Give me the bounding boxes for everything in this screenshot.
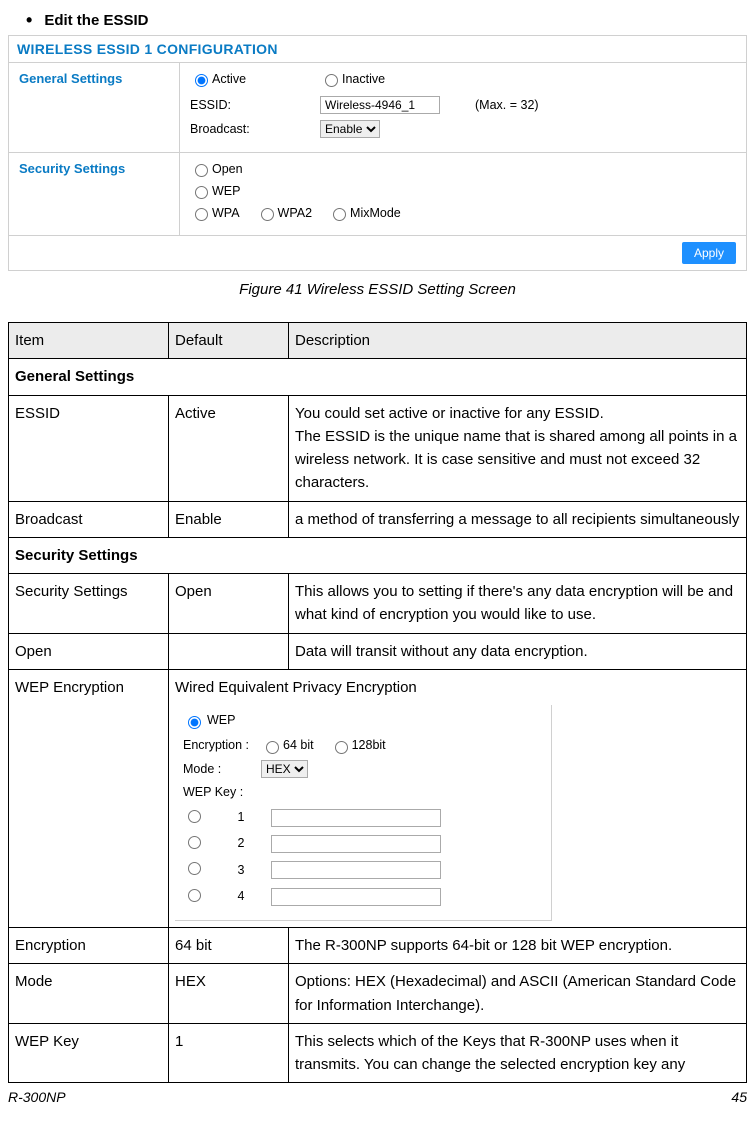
table-row: Mode HEX Options: HEX (Hexadecimal) and … xyxy=(9,964,747,1024)
wep-key-row: 1 xyxy=(183,807,543,829)
wpa-radio[interactable]: WPA xyxy=(190,205,240,221)
description-table: Item Default Description General Setting… xyxy=(8,322,747,1083)
security-settings-label: Security Settings xyxy=(9,153,180,235)
th-item: Item xyxy=(9,323,169,359)
status-row: Active Inactive xyxy=(190,71,736,90)
panel-title: WIRELESS ESSID 1 CONFIGURATION xyxy=(9,36,746,62)
wep-mode-row: Mode : HEX xyxy=(183,760,543,779)
config-panel: WIRELESS ESSID 1 CONFIGURATION General S… xyxy=(8,35,747,271)
general-settings-label: General Settings xyxy=(9,63,180,152)
wep-encryption-row: Encryption : 64 bit 128bit xyxy=(183,736,543,755)
key-input-3[interactable] xyxy=(271,861,441,879)
broadcast-select[interactable]: Enable xyxy=(320,120,380,138)
figure-caption: Figure 41 Wireless ESSID Setting Screen xyxy=(8,281,747,298)
broadcast-label: Broadcast: xyxy=(190,122,320,136)
wep-panel-radio[interactable] xyxy=(188,716,201,729)
key-radio-3[interactable] xyxy=(188,862,201,875)
table-row: Encryption 64 bit The R-300NP supports 6… xyxy=(9,928,747,964)
key-input-2[interactable] xyxy=(271,835,441,853)
key-radio-4[interactable] xyxy=(188,889,201,902)
open-radio[interactable]: Open xyxy=(190,161,243,177)
essid-row: ESSID: (Max. = 32) xyxy=(190,96,736,114)
page-footer: R-300NP 45 xyxy=(8,1089,747,1105)
wep-key-label: WEP Key : xyxy=(183,783,261,802)
essid-hint: (Max. = 32) xyxy=(475,98,539,112)
active-radio[interactable]: Active xyxy=(190,71,246,87)
key-input-1[interactable] xyxy=(271,809,441,827)
key-input-4[interactable] xyxy=(271,888,441,906)
wpa2-radio[interactable]: WPA2 xyxy=(256,205,313,221)
wep-key-row: 4 xyxy=(183,886,543,908)
heading-text: Edit the ESSID xyxy=(44,12,148,29)
wep-key-row: 3 xyxy=(183,859,543,881)
mixmode-radio[interactable]: MixMode xyxy=(328,205,401,221)
wep-mode-select[interactable]: HEX xyxy=(261,760,308,778)
general-section: General Settings xyxy=(9,359,747,395)
wep-panel: WEP Encryption : 64 bit 128bit Mode : HE… xyxy=(175,705,552,921)
wep-title: Wired Equivalent Privacy Encryption xyxy=(175,676,740,699)
table-row: WEP Encryption Wired Equivalent Privacy … xyxy=(9,669,747,927)
table-row: Security Settings Open This allows you t… xyxy=(9,574,747,634)
apply-button[interactable]: Apply xyxy=(682,242,736,264)
wep-radio[interactable]: WEP xyxy=(190,183,240,199)
table-row: Open Data will transit without any data … xyxy=(9,633,747,669)
bullet-icon: • xyxy=(26,10,32,31)
broadcast-row: Broadcast: Enable xyxy=(190,120,736,138)
table-row: WEP Key 1 This selects which of the Keys… xyxy=(9,1023,747,1083)
table-row: Broadcast Enable a method of transferrin… xyxy=(9,501,747,537)
enc-64-radio[interactable]: 64 bit xyxy=(261,736,314,755)
th-default: Default xyxy=(169,323,289,359)
essid-input[interactable] xyxy=(320,96,440,114)
wep-key-row: 2 xyxy=(183,833,543,855)
key-radio-1[interactable] xyxy=(188,810,201,823)
key-radio-2[interactable] xyxy=(188,836,201,849)
enc-128-radio[interactable]: 128bit xyxy=(330,736,386,755)
footer-right: 45 xyxy=(731,1089,747,1105)
section-heading: • Edit the ESSID xyxy=(26,10,747,31)
th-desc: Description xyxy=(289,323,747,359)
essid-label: ESSID: xyxy=(190,98,320,112)
security-section: Security Settings xyxy=(9,537,747,573)
table-row: ESSID Active You could set active or ina… xyxy=(9,395,747,501)
footer-left: R-300NP xyxy=(8,1089,66,1105)
inactive-radio[interactable]: Inactive xyxy=(320,71,385,87)
